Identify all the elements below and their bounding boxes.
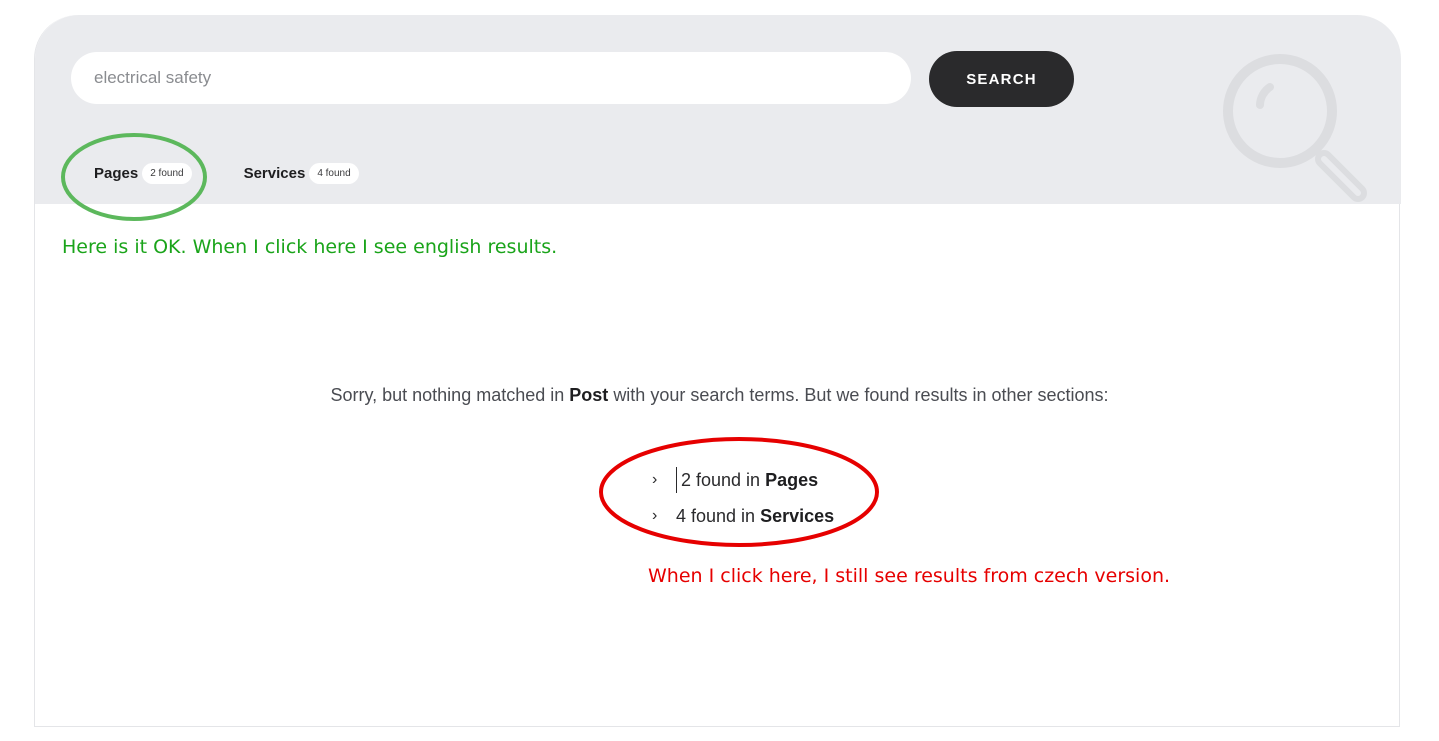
tab-services-count-badge: 4 found <box>309 163 359 184</box>
green-annotation-note: Here is it OK. When I click here I see e… <box>62 236 558 258</box>
chevron-right-icon: › <box>652 507 658 524</box>
magnifier-icon <box>1223 54 1367 202</box>
result-section-name: Pages <box>765 469 819 490</box>
text-cursor <box>676 467 677 493</box>
message-section: Post <box>569 385 609 405</box>
search-input[interactable] <box>71 52 911 104</box>
result-section-name: Services <box>760 505 835 526</box>
tab-pages-label: Pages <box>94 165 139 182</box>
tab-pages[interactable]: Pages 2 found <box>94 163 192 184</box>
search-header: SEARCH Pages 2 found Services 4 found <box>35 15 1401 204</box>
tab-pages-count-badge: 2 found <box>142 163 192 184</box>
result-count-text: 4 found in <box>676 505 756 526</box>
red-annotation-note: When I click here, I still see results f… <box>648 565 1171 587</box>
chevron-right-icon: › <box>652 471 658 488</box>
result-link-services[interactable]: › 4 found in Services <box>652 498 834 534</box>
search-button[interactable]: SEARCH <box>929 51 1074 107</box>
other-sections-list: › 2 found in Pages › 4 found in Services <box>652 462 834 534</box>
tab-services[interactable]: Services 4 found <box>244 163 359 184</box>
search-panel: SEARCH Pages 2 found Services 4 found <box>34 15 1401 727</box>
result-count-text: 2 found in <box>681 469 761 490</box>
result-tabs: Pages 2 found Services 4 found <box>94 163 359 184</box>
no-results-message: Sorry, but nothing matched in Post with … <box>0 385 1439 406</box>
search-results-page: SEARCH Pages 2 found Services 4 found <box>0 0 1439 741</box>
message-prefix: Sorry, but nothing matched in <box>330 385 565 405</box>
result-link-pages[interactable]: › 2 found in Pages <box>652 462 834 498</box>
message-suffix: with your search terms. But we found res… <box>613 385 1109 405</box>
tab-services-label: Services <box>243 165 306 182</box>
